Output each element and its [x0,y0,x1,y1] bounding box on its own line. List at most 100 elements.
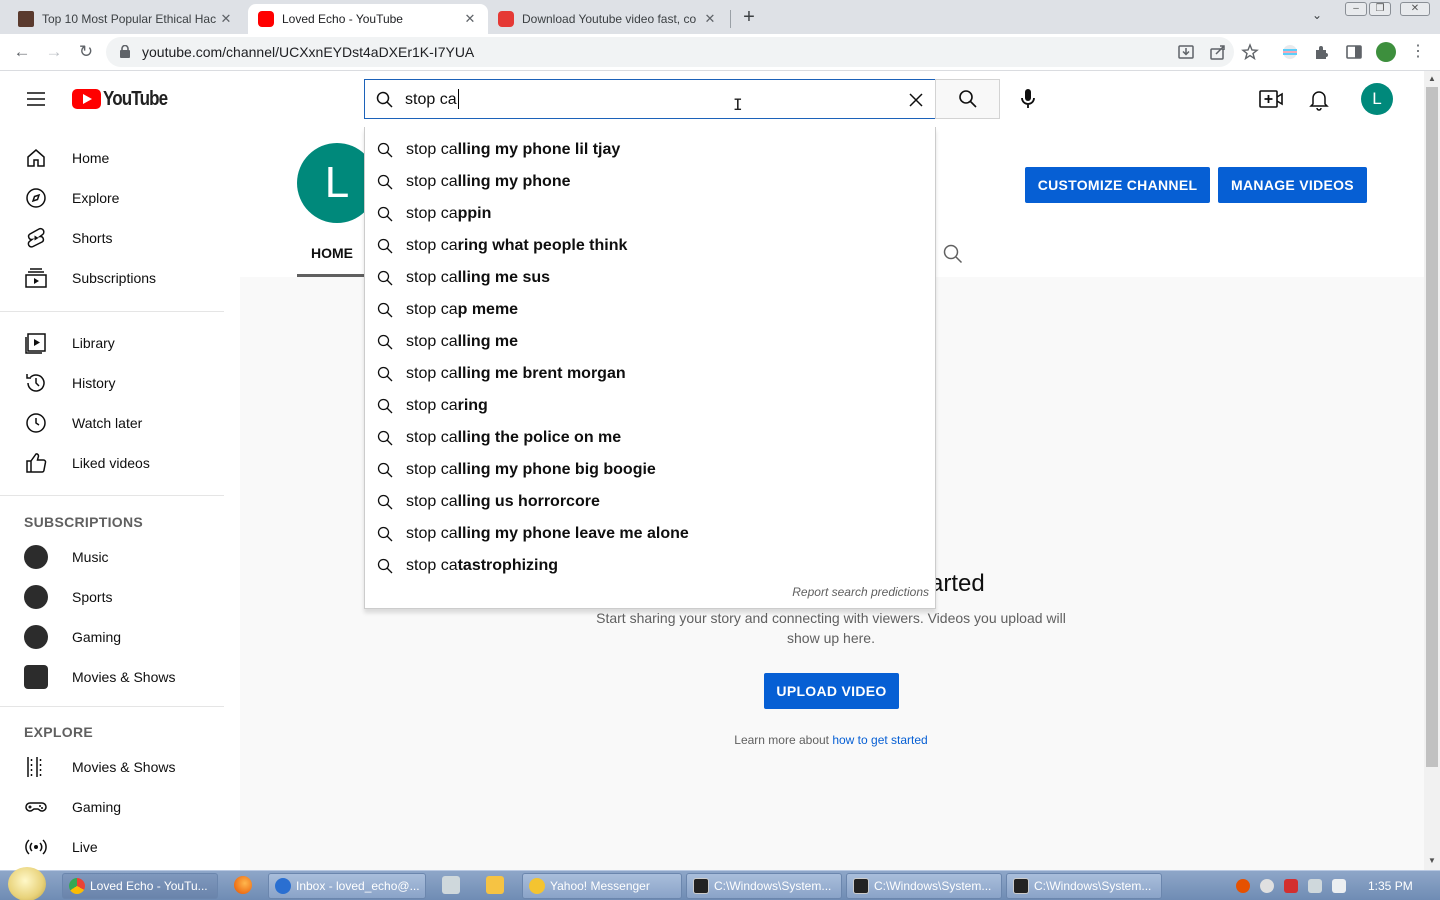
extensions-puzzle-icon[interactable] [1313,43,1331,61]
taskbar-item-inbox[interactable]: Inbox - loved_echo@... [268,873,426,899]
suggestion-item[interactable]: stop calling me sus [365,262,935,294]
browser-tab-1[interactable]: Top 10 Most Popular Ethical Hac ✕ [8,4,244,34]
suggestion-item[interactable]: stop catastrophizing [365,550,935,582]
suggestion-item[interactable]: stop cap meme [365,294,935,326]
sidebar-item-music[interactable]: Music [0,537,232,577]
suggestion-item[interactable]: stop calling my phone [365,166,935,198]
subscriptions-heading: SUBSCRIPTIONS [24,514,144,530]
taskbar-item-cmd-1[interactable]: C:\Windows\System... [686,873,842,899]
customize-channel-button[interactable]: CUSTOMIZE CHANNEL [1025,167,1210,203]
sidebar-item-shorts[interactable]: Shorts [0,218,232,258]
taskbar-item-label: C:\Windows\System... [714,879,832,893]
account-avatar[interactable]: L [1361,83,1393,115]
sidebar-item-subscriptions[interactable]: Subscriptions [0,258,232,298]
search-button[interactable] [935,79,1000,119]
close-tab-icon[interactable]: ✕ [702,11,718,27]
search-box[interactable] [364,79,936,119]
suggestion-item[interactable]: stop calling me brent morgan [365,358,935,390]
sidebar-item-explore-live[interactable]: Live [0,827,232,867]
more-menu-icon[interactable]: ⋮ [1407,41,1429,63]
get-started-link[interactable]: how to get started [832,733,927,747]
sidebar-item-watch-later[interactable]: Watch later [0,403,232,443]
create-video-icon[interactable] [1258,87,1284,111]
sidebar-item-movies-shows[interactable]: Movies & Shows [0,657,232,697]
sidebar-item-label: History [72,375,116,391]
suggestion-text: stop catastrophizing [406,557,559,574]
sidebar-item-label: Home [72,150,110,166]
suggestion-item[interactable]: stop calling my phone lil tjay [365,134,935,166]
start-button[interactable] [8,867,46,900]
hamburger-menu-icon[interactable] [24,87,48,111]
firefox-icon[interactable] [234,876,252,894]
tray-search-icon[interactable] [1236,879,1250,893]
new-tab-icon[interactable]: + [738,6,760,29]
sidebar-item-explore-movies[interactable]: Movies & Shows [0,747,232,787]
sidebar-item-library[interactable]: Library [0,323,232,363]
voice-search-button[interactable] [1008,79,1048,119]
scroll-down-icon[interactable]: ▼ [1428,856,1436,865]
windows-taskbar: Loved Echo - YouTu... Inbox - loved_echo… [0,867,1440,900]
suggestion-item[interactable]: stop calling us horrorcore [365,486,935,518]
yahoo-messenger-icon [529,878,545,894]
page-scrollbar[interactable]: ▲ ▼ [1424,71,1440,870]
reload-icon[interactable]: ↻ [75,41,97,63]
install-app-icon[interactable] [1177,43,1195,61]
notifications-bell-icon[interactable] [1307,87,1331,111]
channel-search-icon[interactable] [942,243,964,265]
search-icon [377,366,393,382]
taskbar-item-yahoo-messenger[interactable]: Yahoo! Messenger [522,873,682,899]
browser-tab-3[interactable]: Download Youtube video fast, co ✕ [488,4,728,34]
upload-video-button[interactable]: UPLOAD VIDEO [764,673,899,709]
browser-profile-avatar[interactable] [1376,42,1396,62]
learn-more-text: Learn more about how to get started [690,733,972,747]
minimize-icon[interactable]: – [1345,2,1367,16]
report-predictions-link[interactable]: Report search predictions [792,585,929,599]
show-desktop-icon[interactable] [442,876,460,894]
suggestion-item[interactable]: stop cappin [365,198,935,230]
sidebar-item-sports[interactable]: Sports [0,577,232,617]
tray-network-icon[interactable] [1284,879,1298,893]
tray-display-icon[interactable] [1308,879,1322,893]
sidebar-item-history[interactable]: History [0,363,232,403]
close-tab-icon[interactable]: ✕ [462,11,478,27]
close-tab-icon[interactable]: ✕ [218,11,234,27]
sidebar-item-gaming[interactable]: Gaming [0,617,232,657]
volume-icon[interactable] [1332,879,1346,893]
sidebar-item-liked-videos[interactable]: Liked videos [0,443,232,483]
tab-home[interactable]: HOME [297,243,367,277]
side-panel-icon[interactable] [1345,43,1363,61]
taskbar-clock[interactable]: 1:35 PM [1368,879,1413,893]
youtube-logo-text: YouTube [103,87,168,110]
manage-videos-button[interactable]: MANAGE VIDEOS [1218,167,1367,203]
suggestion-item[interactable]: stop calling me [365,326,935,358]
tab-title: Loved Echo - YouTube [282,12,403,26]
close-window-icon[interactable]: ✕ [1400,2,1430,16]
suggestion-item[interactable]: stop caring what people think [365,230,935,262]
taskbar-item-cmd-2[interactable]: C:\Windows\System... [846,873,1002,899]
extension-flag-icon[interactable] [1281,43,1299,61]
search-input[interactable] [405,88,875,112]
taskbar-item-cmd-3[interactable]: C:\Windows\System... [1006,873,1162,899]
tray-app-icon[interactable] [1260,879,1274,893]
address-bar[interactable]: youtube.com/channel/UCXxnEYDst4aDXEr1K-I… [106,37,1234,67]
sidebar-item-home[interactable]: Home [0,138,232,178]
taskbar-item-chrome[interactable]: Loved Echo - YouTu... [62,873,218,899]
chevron-down-icon[interactable]: ⌄ [1312,8,1322,22]
suggestion-item[interactable]: stop calling my phone leave me alone [365,518,935,550]
suggestion-item[interactable]: stop caring [365,390,935,422]
forward-icon[interactable]: → [43,41,65,63]
folder-icon[interactable] [486,876,504,894]
share-icon[interactable] [1209,43,1227,61]
youtube-logo[interactable]: YouTube [72,87,179,110]
suggestion-item[interactable]: stop calling the police on me [365,422,935,454]
restore-icon[interactable]: ❐ [1369,2,1391,16]
sidebar-item-explore-gaming[interactable]: Gaming [0,787,232,827]
suggestion-item[interactable]: stop calling my phone big boogie [365,454,935,486]
scroll-up-icon[interactable]: ▲ [1428,74,1436,83]
clear-search-icon[interactable] [905,89,927,111]
browser-tab-2[interactable]: Loved Echo - YouTube ✕ [248,4,488,34]
bookmark-star-icon[interactable] [1241,43,1259,61]
sidebar-item-explore[interactable]: Explore [0,178,232,218]
scroll-thumb[interactable] [1426,87,1438,767]
back-icon[interactable]: ← [11,41,33,63]
